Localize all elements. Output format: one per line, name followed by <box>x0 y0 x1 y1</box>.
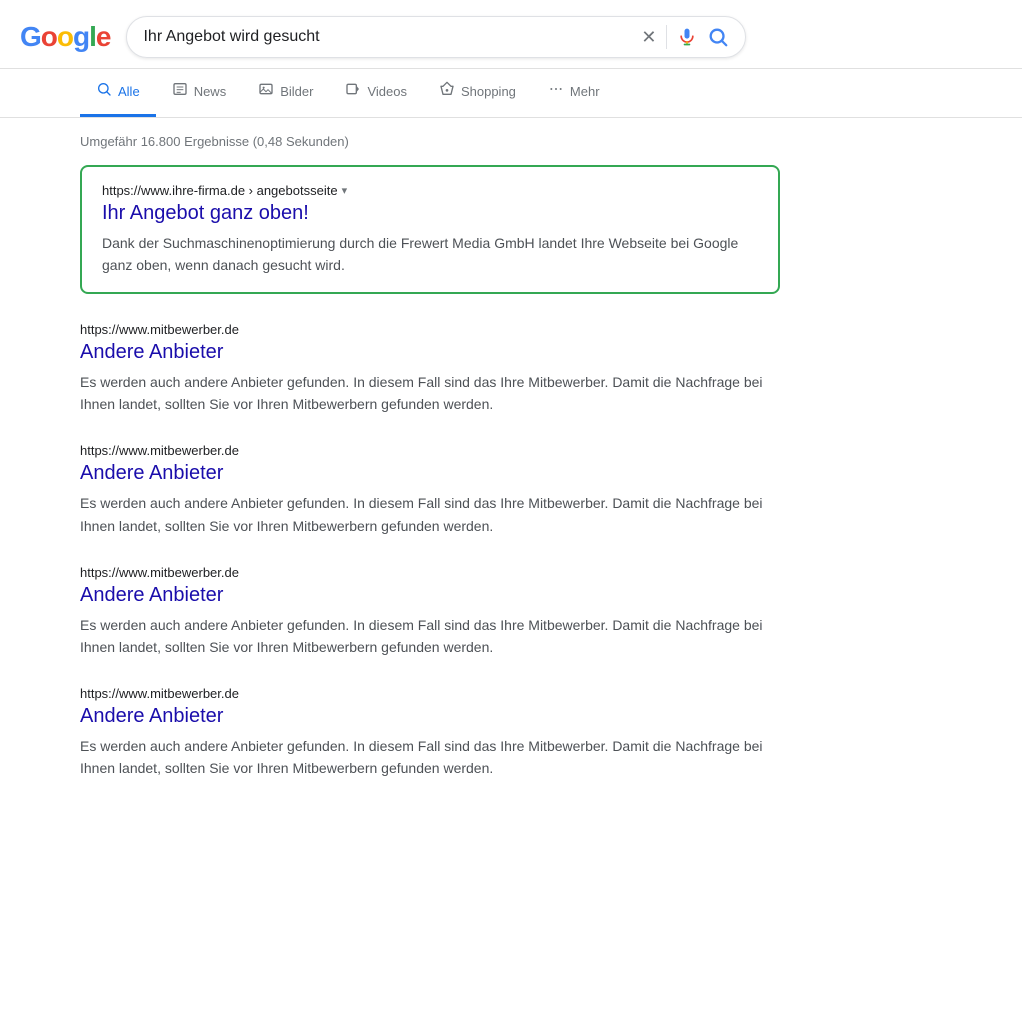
search-bar: ✕ <box>126 16 746 58</box>
results-area: Umgefähr 16.800 Ergebnisse (0,48 Sekunde… <box>0 118 1022 827</box>
nav-tabs: Alle News Bilder <box>0 69 1022 118</box>
mehr-tab-icon <box>548 81 564 102</box>
result-competitor-1: https://www.mitbewerber.de Andere Anbiet… <box>80 322 780 415</box>
tab-shopping[interactable]: Shopping <box>423 69 532 117</box>
tab-videos[interactable]: Videos <box>329 69 423 117</box>
tab-alle[interactable]: Alle <box>80 69 156 117</box>
featured-url-arrow[interactable]: ▾ <box>342 184 348 197</box>
results-stats: Umgefähr 16.800 Ergebnisse (0,48 Sekunde… <box>80 134 942 149</box>
result-1-snippet: Es werden auch andere Anbieter gefunden.… <box>80 371 780 415</box>
vertical-divider <box>666 25 667 49</box>
result-competitor-2: https://www.mitbewerber.de Andere Anbiet… <box>80 443 780 536</box>
result-4-url-text: https://www.mitbewerber.de <box>80 686 239 701</box>
header: Google ✕ <box>0 0 1022 69</box>
featured-url: https://www.ihre-firma.de › angebotsseit… <box>102 183 758 198</box>
bilder-tab-icon <box>258 81 274 102</box>
result-2-url-text: https://www.mitbewerber.de <box>80 443 239 458</box>
clear-icon[interactable]: ✕ <box>641 27 656 48</box>
logo-e: e <box>96 21 111 53</box>
tab-mehr[interactable]: Mehr <box>532 69 616 117</box>
result-4-url: https://www.mitbewerber.de <box>80 686 780 701</box>
search-bar-icons: ✕ <box>641 25 729 49</box>
google-logo: Google <box>20 21 110 53</box>
search-tab-icon <box>96 81 112 102</box>
result-3-title[interactable]: Andere Anbieter <box>80 582 780 608</box>
result-2-title[interactable]: Andere Anbieter <box>80 460 780 486</box>
videos-tab-icon <box>345 81 361 102</box>
search-input[interactable] <box>143 28 631 46</box>
tab-alle-label: Alle <box>118 84 140 99</box>
tab-news-label: News <box>194 84 227 99</box>
featured-result: https://www.ihre-firma.de › angebotsseit… <box>80 165 780 294</box>
result-3-snippet: Es werden auch andere Anbieter gefunden.… <box>80 614 780 658</box>
featured-snippet: Dank der Suchmaschinenoptimierung durch … <box>102 232 758 276</box>
search-icon[interactable] <box>707 26 729 48</box>
shopping-tab-icon <box>439 81 455 102</box>
tab-bilder-label: Bilder <box>280 84 313 99</box>
logo-o1: o <box>41 21 57 53</box>
logo-g: G <box>20 21 41 53</box>
logo-l: l <box>89 21 96 53</box>
result-1-title[interactable]: Andere Anbieter <box>80 339 780 365</box>
result-4-title[interactable]: Andere Anbieter <box>80 703 780 729</box>
news-tab-icon <box>172 81 188 102</box>
featured-url-text: https://www.ihre-firma.de › angebotsseit… <box>102 183 338 198</box>
result-2-snippet: Es werden auch andere Anbieter gefunden.… <box>80 492 780 536</box>
logo-o2: o <box>57 21 73 53</box>
result-competitor-4: https://www.mitbewerber.de Andere Anbiet… <box>80 686 780 779</box>
result-3-url: https://www.mitbewerber.de <box>80 565 780 580</box>
tab-news[interactable]: News <box>156 69 243 117</box>
result-4-snippet: Es werden auch andere Anbieter gefunden.… <box>80 735 780 779</box>
featured-title[interactable]: Ihr Angebot ganz oben! <box>102 200 758 226</box>
tab-videos-label: Videos <box>367 84 407 99</box>
result-competitor-3: https://www.mitbewerber.de Andere Anbiet… <box>80 565 780 658</box>
mic-icon[interactable] <box>677 27 697 47</box>
tab-mehr-label: Mehr <box>570 84 600 99</box>
tab-bilder[interactable]: Bilder <box>242 69 329 117</box>
tab-shopping-label: Shopping <box>461 84 516 99</box>
result-1-url: https://www.mitbewerber.de <box>80 322 780 337</box>
result-2-url: https://www.mitbewerber.de <box>80 443 780 458</box>
result-3-url-text: https://www.mitbewerber.de <box>80 565 239 580</box>
result-1-url-text: https://www.mitbewerber.de <box>80 322 239 337</box>
logo-g2: g <box>73 21 89 53</box>
